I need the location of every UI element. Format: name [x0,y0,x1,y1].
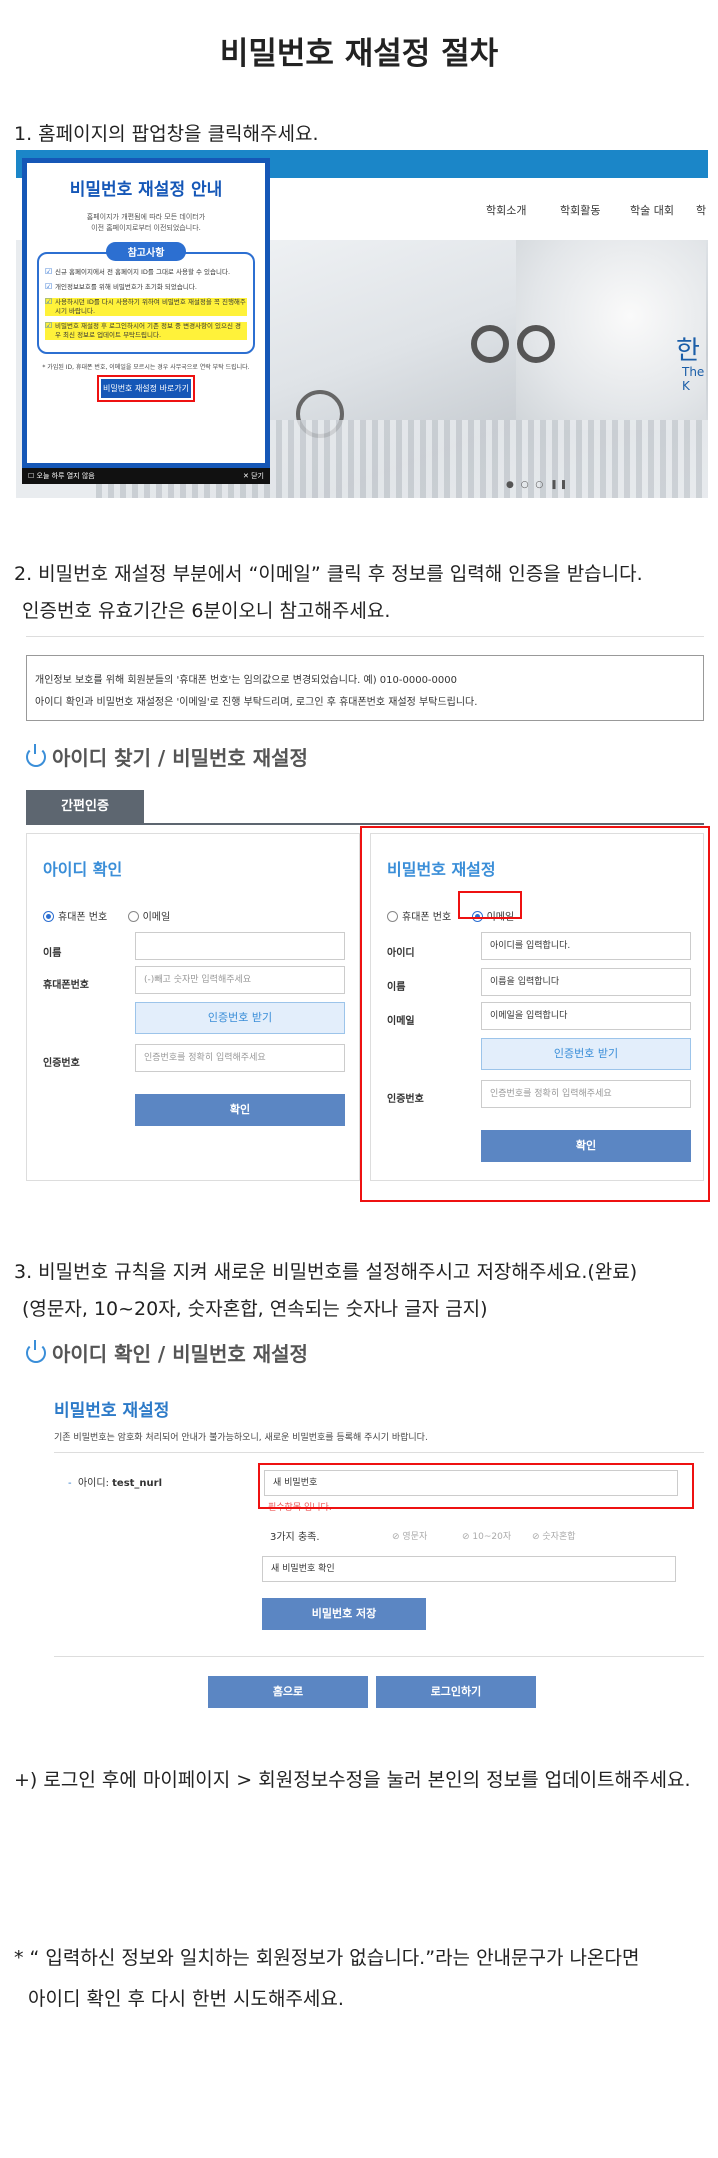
confirm-password-field[interactable]: 새 비밀번호 확인 [262,1556,676,1582]
name-label: 이름 [43,948,62,959]
highlight-new-password [258,1463,694,1509]
popup-footer: ☐ 오늘 하루 열지 않음 ✕ 닫기 [22,468,270,484]
save-password-button[interactable]: 비밀번호 저장 [262,1598,426,1630]
step2-line1: 2. 비밀번호 재설정 부분에서 “이메일” 클릭 후 정보를 입력해 인증을 … [14,563,643,585]
step2-line2: 인증번호 유효기간은 6분이오니 참고해주세요. [22,600,391,622]
hero-title: 한 [676,336,700,366]
reset-form-title: 비밀번호 재설정 [54,1401,170,1421]
warning-note-2: 아이디 확인 후 다시 한번 시도해주세요. [28,1988,344,2010]
popup-intro-line: 홈페이지가 개편됨에 따라 모든 데이터가 [86,213,206,221]
popup-notes: 신규 홈페이지에서 전 홈페이지 ID를 그대로 사용할 수 있습니다. 개인정… [37,252,255,354]
popup-note-title: 참고사항 [106,242,186,261]
tab-underline [26,823,704,825]
page-title: 비밀번호 재설정 절차 [219,36,499,72]
highlight-email-radio [458,891,522,919]
privacy-info-box: 개인정보 보호를 위해 회원분들의 '휴대폰 번호'는 임의값으로 변경되었습니… [26,655,704,721]
slider-dots[interactable]: ● ○ ○ ❚❚ [506,480,569,490]
radio-phone[interactable] [43,911,54,922]
popup-close-button[interactable]: ✕ 닫기 [243,468,264,484]
divider [54,1656,704,1657]
home-button[interactable]: 홈으로 [208,1676,368,1708]
name-field[interactable] [135,932,345,960]
hero-subtitle: The K [682,365,705,393]
divider [54,1452,704,1453]
rule-length: ⊘ 10~20자 [462,1532,512,1542]
popup-note: 신규 홈페이지에서 전 홈페이지 ID를 그대로 사용할 수 있습니다. [45,267,247,277]
find-id-heading: 아이디 찾기 / 비밀번호 재설정 [26,742,308,771]
rule-letters-text: 영문자 [402,1532,428,1542]
power-icon [26,1340,46,1363]
login-button[interactable]: 로그인하기 [376,1676,536,1708]
id-check-heading-text: 아이디 확인 / 비밀번호 재설정 [52,1342,308,1366]
popup-title: 비밀번호 재설정 안내 [69,180,223,200]
radio-email-label[interactable]: 이메일 [143,912,171,923]
highlight-reset-panel [360,826,710,1202]
warning-note-1: * “ 입력하신 정보와 일치하는 회원정보가 없습니다.”라는 안내문구가 나… [14,1947,640,1969]
popup-intro: 홈페이지가 개편됨에 따라 모든 데이터가 이전 홈페이지로부터 이전되었습니다… [27,212,265,234]
send-code-button[interactable]: 인증번호 받기 [135,1002,345,1034]
info-line: 아이디 확인과 비밀번호 재설정은 '이메일'로 진행 부탁드리며, 로그인 후… [35,697,478,708]
dont-show-today-label[interactable]: 오늘 하루 열지 않음 [37,472,95,480]
reset-form-desc: 기존 비밀번호는 암호화 처리되어 안내가 불가능하오니, 새로운 비밀번호를 … [54,1433,428,1443]
tab-simple-auth[interactable]: 간편인증 [26,790,144,824]
trial-frame-image [471,325,591,365]
rule-label: 3가지 충족. [270,1532,320,1543]
dont-show-today-checkbox[interactable]: ☐ [28,472,37,480]
step1-text: 1. 홈페이지의 팝업창을 클릭해주세요. [14,123,319,145]
nav-item[interactable]: 학 [696,202,706,218]
radio-email[interactable] [127,911,139,922]
find-id-heading-text: 아이디 찾기 / 비밀번호 재설정 [52,746,308,770]
id-check-panel: 아이디 확인 휴대폰 번호 이메일 이름 휴대폰번호 (-)빼고 숫자만 입력해… [26,833,360,1181]
divider [26,636,704,637]
rule-letters: ⊘ 영문자 [392,1532,428,1542]
phone-label: 휴대폰번호 [43,980,89,991]
popup-intro-line: 이전 홈페이지로부터 이전되었습니다. [91,224,201,232]
reset-popup: 비밀번호 재설정 안내 홈페이지가 개편됨에 따라 모든 데이터가 이전 홈페이… [22,158,270,468]
id-check-method: 휴대폰 번호 이메일 [43,908,170,923]
homepage-screenshot: 학회소개 학회활동 학술 대회 학 한 The K ● ○ ○ ❚❚ 비밀번호 … [16,150,708,498]
update-note: +) 로그인 후에 마이페이지 > 회원정보수정을 눌러 본인의 정보를 업데이… [14,1769,691,1791]
nav-item[interactable]: 학회소개 [486,202,526,218]
popup-footnote: * 가입된 ID, 휴대폰 번호, 이메일을 모르시는 경우 사무국으로 연락 … [42,364,250,371]
popup-note: 개인정보보호를 위해 비밀번호가 초기화 되었습니다. [45,282,247,292]
id-display-label: 아이디: [77,1478,109,1489]
id-display-value: test_nurl [112,1478,163,1489]
popup-reset-button[interactable]: 비밀번호 재설정 바로가기 [97,375,195,402]
info-line: 개인정보 보호를 위해 회원분들의 '휴대폰 번호'는 임의값으로 변경되었습니… [35,675,457,686]
popup-note: 비밀번호 재설정 후 로그인하시어 기존 정보 중 변경사항이 있으신 경우 최… [45,321,247,340]
code-label: 인증번호 [43,1058,80,1069]
popup-note: 사용하시던 ID를 다시 사용하기 위하여 비밀번호 재설정을 꼭 진행해주시기… [45,297,247,316]
rule-length-text: 10~20자 [472,1532,512,1542]
nav-item[interactable]: 학회활동 [560,202,600,218]
id-check-heading: 아이디 확인 / 비밀번호 재설정 [26,1338,308,1367]
id-check-title: 아이디 확인 [43,860,123,879]
code-field[interactable]: 인증번호를 정확히 입력해주세요 [135,1044,345,1072]
radio-phone-label[interactable]: 휴대폰 번호 [58,912,107,923]
power-icon [26,744,46,767]
id-display: ‐ 아이디: test_nurl [68,1478,163,1489]
rule-numbers-text: 숫자혼합 [542,1532,576,1542]
nav-item[interactable]: 학술 대회 [630,202,674,218]
rule-numbers: ⊘ 숫자혼합 [532,1532,576,1542]
step3-line2: (영문자, 10~20자, 숫자혼합, 연속되는 숫자나 글자 금지) [22,1298,488,1320]
step3-line1: 3. 비밀번호 규칙을 지켜 새로운 비밀번호를 설정해주시고 저장해주세요.(… [14,1261,638,1283]
phone-field[interactable]: (-)빼고 숫자만 입력해주세요 [135,966,345,994]
confirm-button[interactable]: 확인 [135,1094,345,1126]
